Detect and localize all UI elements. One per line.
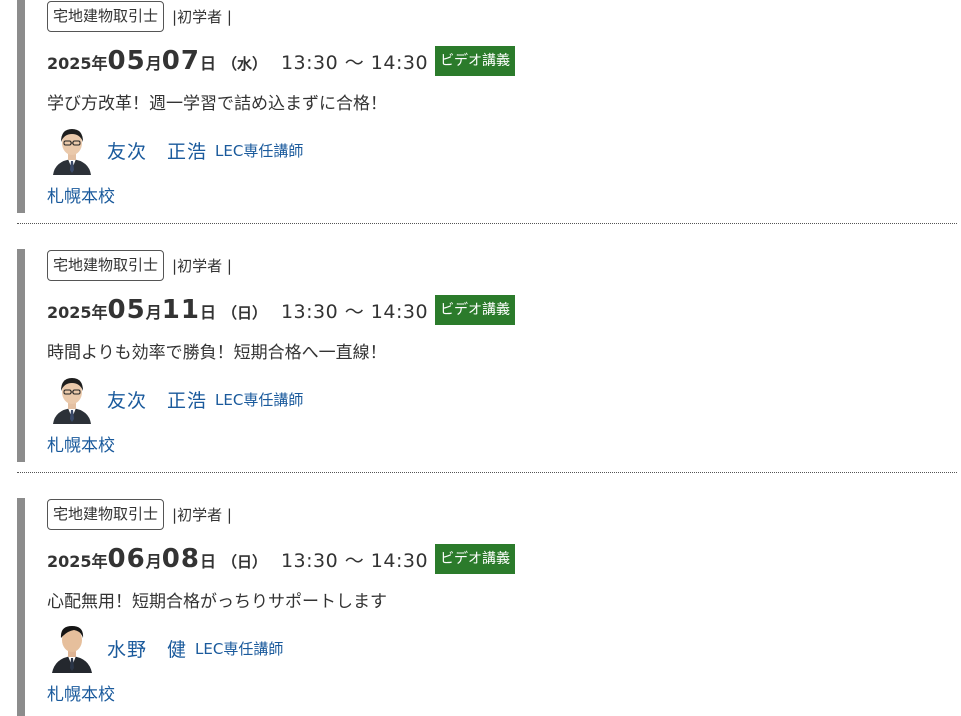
card-accent-bar xyxy=(17,0,25,213)
date-year-unit: 年 xyxy=(91,303,108,322)
tag-row: 宅地建物取引士 |初学者 | xyxy=(47,1,232,32)
date-weekday: （日） xyxy=(221,553,267,571)
video-lecture-badge: ビデオ講義 xyxy=(435,544,516,574)
tag-row: 宅地建物取引士 |初学者 | xyxy=(47,499,232,530)
date-weekday: （日） xyxy=(221,304,267,322)
date-month-unit: 月 xyxy=(145,552,162,571)
date-day-unit: 日 xyxy=(199,552,216,571)
seminar-headline[interactable]: 心配無用！短期合格がっちりサポートします xyxy=(47,590,387,614)
seminar-headline[interactable]: 学び方改革！週一学習で詰め込まずに合格！ xyxy=(47,92,387,116)
instructor-name[interactable]: 水野 健 xyxy=(107,635,187,662)
seminar-headline[interactable]: 時間よりも効率で勝負！短期合格へ一直線！ xyxy=(47,341,387,365)
card-divider xyxy=(17,223,957,224)
instructor-name[interactable]: 友次 正浩 xyxy=(107,137,207,164)
instructor-avatar xyxy=(47,623,97,673)
date-month: 05 xyxy=(107,46,146,76)
date-day-unit: 日 xyxy=(199,54,216,73)
instructor-avatar xyxy=(47,374,97,424)
date-year: 2025 xyxy=(47,54,92,73)
card-accent-bar xyxy=(17,498,25,716)
date-month-unit: 月 xyxy=(145,303,162,322)
school-link[interactable]: 札幌本校 xyxy=(47,683,115,707)
instructor-name[interactable]: 友次 正浩 xyxy=(107,386,207,413)
seminar-list: 宅地建物取引士 |初学者 | 2025 年 05 月 07 日 （水） 13:3… xyxy=(0,0,961,716)
date-row: 2025 年 06 月 08 日 （日） 13:30 ～ 14:30 ビデオ講義 xyxy=(47,544,516,576)
date-month: 06 xyxy=(107,544,146,574)
seminar-card: 宅地建物取引士 |初学者 | 2025 年 05 月 07 日 （水） 13:3… xyxy=(17,0,957,213)
instructor-title[interactable]: LEC専任講師 xyxy=(215,389,303,410)
video-lecture-badge: ビデオ講義 xyxy=(435,46,516,76)
time-range: 13:30 ～ 14:30 xyxy=(280,301,429,323)
date-year-unit: 年 xyxy=(91,552,108,571)
instructor-avatar xyxy=(47,125,97,175)
level-label: |初学者 | xyxy=(172,257,232,275)
tag-row: 宅地建物取引士 |初学者 | xyxy=(47,250,232,281)
seminar-card: 宅地建物取引士 |初学者 | 2025 年 06 月 08 日 （日） 13:3… xyxy=(17,498,957,716)
video-lecture-badge: ビデオ講義 xyxy=(435,295,516,325)
category-tag: 宅地建物取引士 xyxy=(47,250,165,281)
date-year: 2025 xyxy=(47,552,92,571)
date-day: 08 xyxy=(161,544,200,574)
category-tag: 宅地建物取引士 xyxy=(47,499,165,530)
date-year: 2025 xyxy=(47,303,92,322)
instructor[interactable]: 水野 健 LEC専任講師 xyxy=(47,623,283,673)
level-label: |初学者 | xyxy=(172,8,232,26)
date-month-unit: 月 xyxy=(145,54,162,73)
date-day: 07 xyxy=(161,46,200,76)
card-accent-bar xyxy=(17,249,25,462)
instructor-title[interactable]: LEC専任講師 xyxy=(195,638,283,659)
seminar-card: 宅地建物取引士 |初学者 | 2025 年 05 月 11 日 （日） 13:3… xyxy=(17,249,957,462)
school-link[interactable]: 札幌本校 xyxy=(47,185,115,209)
instructor-title[interactable]: LEC専任講師 xyxy=(215,140,303,161)
time-range: 13:30 ～ 14:30 xyxy=(280,550,429,572)
date-row: 2025 年 05 月 07 日 （水） 13:30 ～ 14:30 ビデオ講義 xyxy=(47,46,516,78)
category-tag: 宅地建物取引士 xyxy=(47,1,165,32)
date-row: 2025 年 05 月 11 日 （日） 13:30 ～ 14:30 ビデオ講義 xyxy=(47,295,516,327)
date-month: 05 xyxy=(107,295,146,325)
date-day: 11 xyxy=(161,295,200,325)
instructor[interactable]: 友次 正浩 LEC専任講師 xyxy=(47,125,303,175)
date-weekday: （水） xyxy=(221,55,267,73)
level-label: |初学者 | xyxy=(172,506,232,524)
card-divider xyxy=(17,472,957,473)
time-range: 13:30 ～ 14:30 xyxy=(280,52,429,74)
school-link[interactable]: 札幌本校 xyxy=(47,434,115,458)
instructor[interactable]: 友次 正浩 LEC専任講師 xyxy=(47,374,303,424)
date-year-unit: 年 xyxy=(91,54,108,73)
date-day-unit: 日 xyxy=(199,303,216,322)
